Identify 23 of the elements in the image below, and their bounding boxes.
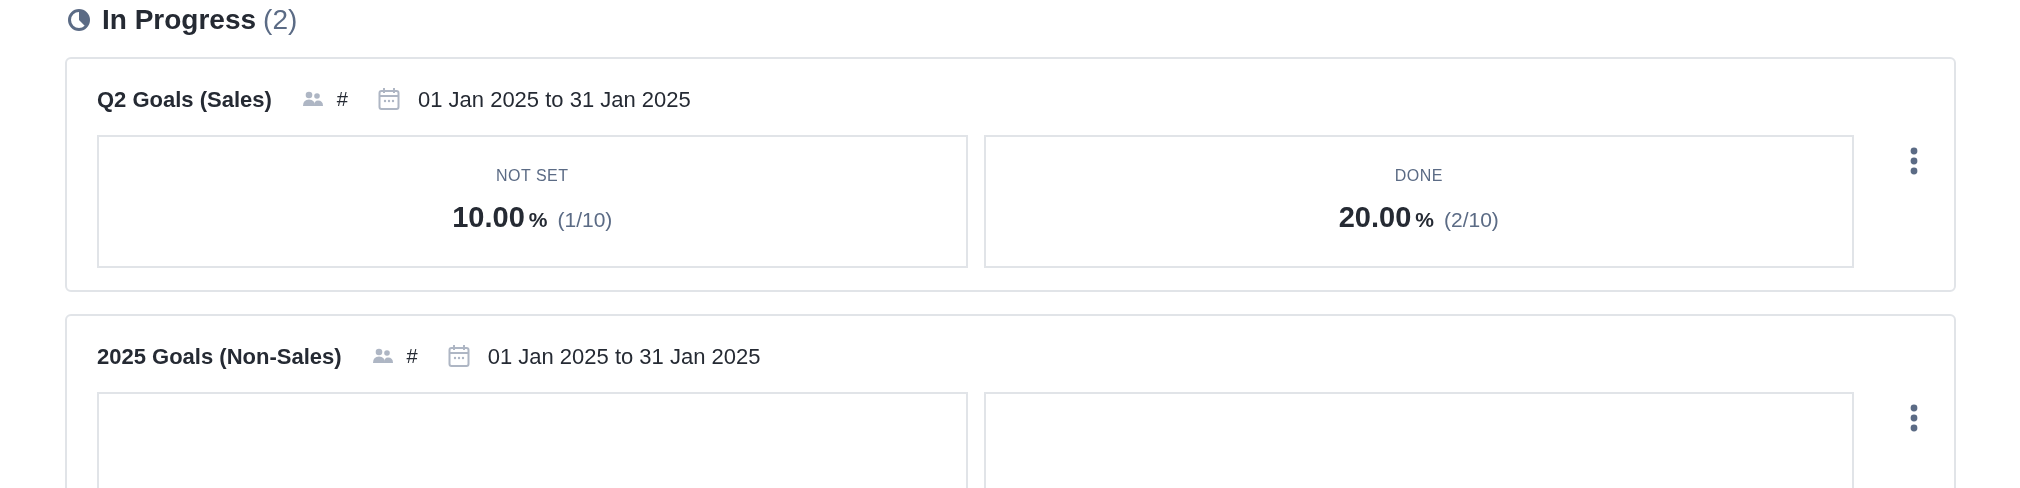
hash-label: #: [336, 87, 348, 112]
calendar-icon: [378, 87, 400, 111]
hash-label: #: [406, 344, 418, 369]
date-range: 01 Jan 2025 to 31 Jan 2025: [418, 85, 691, 114]
card-title: Q2 Goals (Sales): [97, 85, 272, 114]
stat-label: NOT SET: [495, 165, 569, 186]
section-count: (2): [263, 3, 298, 37]
stat-unit: %: [1415, 206, 1434, 233]
date-range: 01 Jan 2025 to 31 Jan 2025: [487, 342, 761, 371]
stat-value: 10.00: [452, 199, 525, 235]
section-title: In Progress: [102, 3, 257, 37]
stat-ratio: (1/10): [557, 206, 613, 233]
people-icon: [301, 91, 324, 107]
people-icon: [371, 348, 394, 364]
card-title: 2025 Goals (Non-Sales): [97, 342, 342, 371]
pie-chart-icon: [68, 9, 90, 31]
stat-value: 20.00: [1338, 199, 1412, 235]
kebab-menu-icon: [1910, 404, 1918, 432]
stat-unit: %: [528, 206, 548, 233]
stat-label: DONE: [1394, 165, 1443, 186]
kebab-menu-icon: [1910, 147, 1918, 175]
calendar-icon: [447, 344, 470, 368]
stat-ratio: (2/10): [1443, 206, 1499, 233]
